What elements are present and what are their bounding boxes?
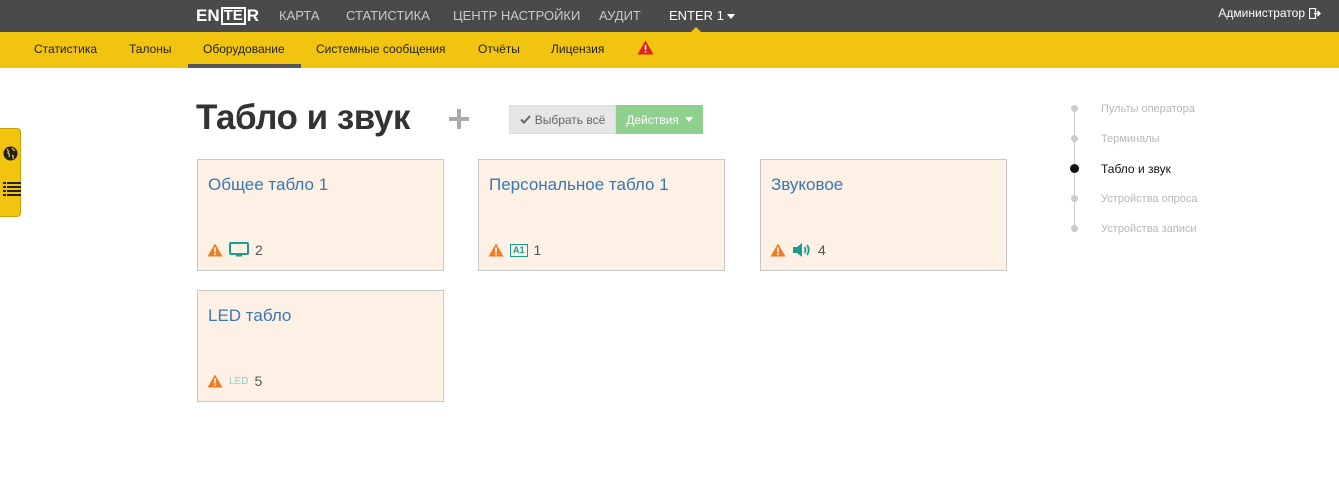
warning-icon	[770, 243, 786, 257]
led-label: LED	[229, 375, 249, 387]
plus-icon	[449, 109, 469, 129]
sub-navbar	[0, 32, 1339, 68]
step-displays-and-sound[interactable]: Табло и звук	[1070, 162, 1171, 176]
top-navbar: EN TE R КАРТА СТАТИСТИКА ЦЕНТР НАСТРОЙКИ А…	[0, 0, 1339, 33]
select-all-button[interactable]: Выбрать всё	[509, 105, 616, 134]
step-dot	[1071, 225, 1078, 232]
step-dot	[1071, 105, 1078, 112]
step-operator-consoles[interactable]: Пульты оператора	[1070, 103, 1195, 115]
nav-current-site[interactable]: ENTER 1	[669, 8, 735, 23]
step-terminals[interactable]: Терминалы	[1070, 133, 1160, 145]
logo-text-pre: EN	[196, 6, 220, 25]
step-label: Табло и звук	[1101, 161, 1171, 176]
step-dot	[1071, 195, 1078, 202]
side-panel-toggle[interactable]	[0, 128, 21, 217]
step-dot	[1070, 164, 1079, 173]
current-site-label: ENTER 1	[669, 8, 724, 23]
device-name[interactable]: Звуковое	[771, 175, 843, 195]
nav-audit[interactable]: АУДИТ	[599, 8, 641, 23]
add-button[interactable]	[449, 108, 469, 132]
subnav-tickets[interactable]: Талоны	[129, 42, 172, 56]
subnav-equipment[interactable]: Оборудование	[203, 42, 285, 56]
subnav-system-messages[interactable]: Системные сообщения	[316, 42, 446, 56]
user-name: Администратор	[1218, 6, 1305, 20]
logo-text-box: TE	[220, 7, 246, 25]
device-card[interactable]: Общее табло 1 2	[197, 159, 444, 271]
page-title: Табло и звук	[196, 98, 410, 137]
device-name[interactable]: LED табло	[208, 306, 291, 326]
warning-icon	[207, 374, 223, 388]
nav-statistics[interactable]: СТАТИСТИКА	[346, 8, 430, 23]
subnav-statistics[interactable]: Статистика	[34, 42, 97, 56]
speaker-icon	[793, 243, 810, 257]
device-count: 5	[254, 373, 263, 389]
device-card[interactable]: Персональное табло 1 A1 1	[478, 159, 725, 271]
device-count: 4	[818, 242, 826, 258]
a1-badge: A1	[510, 243, 528, 257]
device-name[interactable]: Общее табло 1	[208, 175, 328, 195]
list-icon	[3, 182, 21, 196]
step-label: Терминалы	[1101, 132, 1160, 145]
device-card[interactable]: Звуковое 4	[760, 159, 1007, 271]
monitor-icon	[229, 242, 249, 257]
actions-label: Действия	[626, 112, 679, 127]
device-count: 2	[255, 242, 263, 258]
step-label: Пульты оператора	[1101, 102, 1195, 115]
step-label: Устройства опроса	[1101, 192, 1198, 205]
logout-icon[interactable]	[1309, 7, 1321, 19]
step-recording-devices[interactable]: Устройства записи	[1070, 223, 1197, 235]
subnav-reports[interactable]: Отчёты	[478, 42, 520, 56]
check-icon	[519, 115, 531, 124]
warning-icon[interactable]	[637, 40, 654, 55]
step-label: Устройства записи	[1101, 222, 1197, 235]
user-menu[interactable]: Администратор	[1218, 6, 1321, 20]
chevron-down-icon	[684, 117, 693, 122]
device-name[interactable]: Персональное табло 1	[489, 175, 669, 195]
device-count: 1	[533, 242, 542, 258]
active-tab-indicator	[188, 64, 301, 68]
device-card[interactable]: LED табло LED 5	[197, 290, 444, 402]
logo-text-post: R	[246, 6, 260, 25]
warning-icon	[488, 243, 504, 257]
enter-logo[interactable]: EN TE R	[196, 6, 259, 26]
globe-icon	[3, 146, 18, 161]
warning-icon	[207, 243, 223, 257]
nav-map[interactable]: КАРТА	[279, 8, 320, 23]
select-all-label: Выбрать всё	[534, 112, 606, 127]
step-dot	[1071, 135, 1078, 142]
actions-dropdown[interactable]: Действия	[616, 105, 703, 134]
nav-settings-center[interactable]: ЦЕНТР НАСТРОЙКИ	[453, 8, 580, 23]
chevron-down-icon	[726, 14, 735, 20]
step-survey-devices[interactable]: Устройства опроса	[1070, 193, 1198, 205]
subnav-license[interactable]: Лицензия	[551, 42, 604, 56]
